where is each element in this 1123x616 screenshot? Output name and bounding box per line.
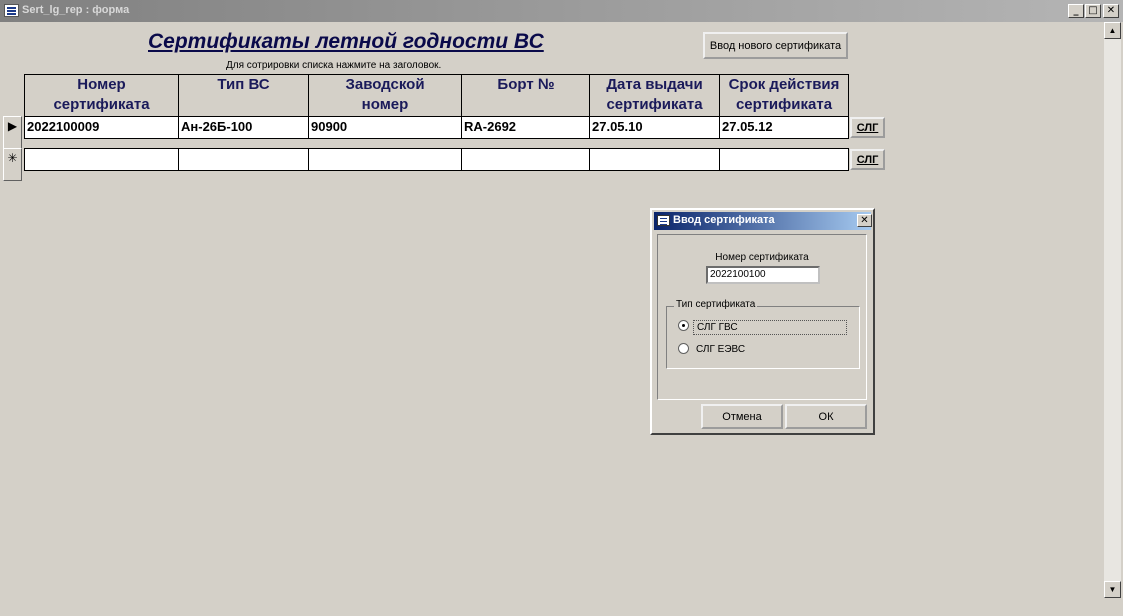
minimize-button[interactable]: _: [1068, 4, 1084, 18]
cell-expiry-date[interactable]: 27.05.12: [719, 116, 849, 139]
window-titlebar: Sert_lg_rep : форма _ □ ✕: [0, 0, 1123, 22]
form-icon: [657, 215, 670, 226]
column-header-serial-number[interactable]: Заводской номер: [308, 74, 462, 117]
close-button[interactable]: ✕: [1103, 4, 1119, 18]
vertical-scrollbar[interactable]: ▲ ▼: [1104, 22, 1121, 598]
form-icon: [4, 4, 19, 17]
form-title: Сертификаты летной годности ВС: [148, 30, 544, 53]
record-selector-new[interactable]: ✳: [3, 148, 22, 181]
cert-number-input[interactable]: 2022100100: [706, 266, 820, 284]
radio-slg-eevs[interactable]: [678, 343, 689, 354]
ok-button[interactable]: ОК: [785, 404, 867, 429]
window-title: Sert_lg_rep : форма: [22, 4, 130, 16]
sort-hint: Для сотрировки списка нажмите на заголов…: [226, 60, 442, 71]
cell-cert-number[interactable]: 2022100009: [24, 116, 179, 139]
column-header-cert-number[interactable]: Номер сертификата: [24, 74, 179, 117]
dialog-close-button[interactable]: ✕: [857, 214, 872, 227]
cert-number-label: Номер сертификата: [715, 252, 809, 263]
cert-type-group: [666, 306, 860, 369]
cell-expiry-date[interactable]: [719, 148, 849, 171]
scroll-down-button[interactable]: ▼: [1104, 581, 1121, 598]
cell-tail-number[interactable]: [461, 148, 591, 171]
cancel-button[interactable]: Отмена: [701, 404, 783, 429]
radio-slg-gvs[interactable]: [678, 320, 689, 331]
cell-issue-date[interactable]: [589, 148, 720, 171]
cell-cert-number[interactable]: [24, 148, 179, 171]
cell-aircraft-type[interactable]: [178, 148, 309, 171]
radio-label-slg-eevs[interactable]: СЛГ ЕЭВС: [696, 344, 745, 355]
header-label: Борт №: [497, 76, 555, 93]
header-label: Дата выдачи сертификата: [606, 76, 703, 113]
header-label: Тип ВС: [217, 76, 270, 93]
radio-label-slg-gvs[interactable]: СЛГ ГВС: [693, 320, 847, 335]
cell-tail-number[interactable]: RA-2692: [461, 116, 591, 139]
cell-serial-number[interactable]: 90900: [308, 116, 462, 139]
dialog-title: Ввод сертификата: [673, 214, 775, 226]
maximize-button[interactable]: □: [1085, 4, 1101, 18]
column-header-issue-date[interactable]: Дата выдачи сертификата: [589, 74, 720, 117]
cell-issue-date[interactable]: 27.05.10: [589, 116, 720, 139]
dialog-titlebar: Ввод сертификата ✕: [654, 212, 872, 230]
slg-button[interactable]: СЛГ: [850, 149, 885, 170]
header-label: Номер сертификата: [53, 76, 150, 113]
cert-type-group-caption: Тип сертификата: [674, 299, 758, 310]
header-label: Заводской номер: [345, 76, 425, 113]
record-selector-current[interactable]: ▶: [3, 116, 22, 149]
slg-button[interactable]: СЛГ: [850, 117, 885, 138]
new-certificate-button[interactable]: Ввод нового сертификата: [703, 32, 848, 59]
cell-aircraft-type[interactable]: Ан-26Б-100: [178, 116, 309, 139]
cell-serial-number[interactable]: [308, 148, 462, 171]
column-header-aircraft-type[interactable]: Тип ВС: [178, 74, 309, 117]
header-label: Срок действия сертификата: [728, 76, 840, 113]
column-header-tail-number[interactable]: Борт №: [461, 74, 591, 117]
column-header-expiry-date[interactable]: Срок действия сертификата: [719, 74, 849, 117]
enter-certificate-dialog: Ввод сертификата ✕ Номер сертификата 202…: [650, 208, 875, 435]
scroll-up-button[interactable]: ▲: [1104, 22, 1121, 39]
